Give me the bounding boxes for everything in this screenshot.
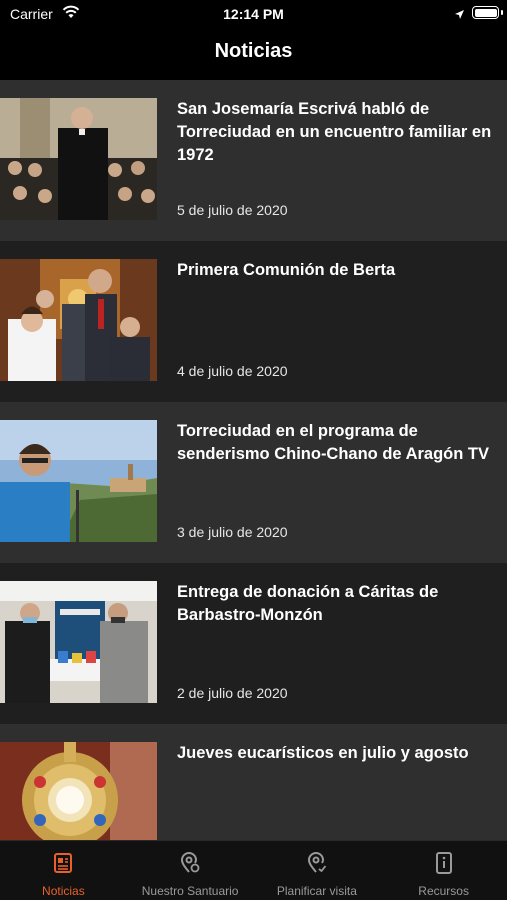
location-arrow-icon — [454, 7, 465, 25]
tab-planificar-visita[interactable]: Planificar visita — [254, 841, 381, 900]
clock: 12:14 PM — [223, 6, 284, 22]
news-item[interactable]: Torreciudad en el programa de senderismo… — [0, 402, 507, 563]
page-title: Noticias — [214, 40, 293, 62]
info-book-icon — [432, 851, 456, 880]
battery-icon — [472, 6, 503, 19]
news-title: San Josemaría Escrivá habló de Torreciud… — [177, 100, 492, 164]
news-item[interactable]: Entrega de donación a Cáritas de Barbast… — [0, 563, 507, 724]
tab-label: Noticias — [42, 884, 85, 898]
news-date: 3 de julio de 2020 — [177, 524, 288, 540]
news-date: 5 de julio de 2020 — [177, 202, 288, 218]
status-bar: Carrier 12:14 PM — [0, 0, 507, 28]
tab-bar: Noticias Nuestro Santuario Planificar vi… — [0, 840, 507, 900]
tab-noticias[interactable]: Noticias — [0, 841, 127, 900]
tab-label: Planificar visita — [276, 884, 357, 898]
news-thumbnail — [0, 581, 157, 703]
news-title: Jueves eucarísticos en julio y agosto — [177, 744, 469, 762]
map-pin-icon — [305, 851, 329, 880]
news-thumbnail — [0, 742, 157, 840]
news-thumbnail — [0, 420, 157, 542]
news-title: Torreciudad en el programa de senderismo… — [177, 422, 489, 463]
tab-label: Recursos — [418, 884, 469, 898]
news-thumbnail — [0, 259, 157, 381]
news-item[interactable]: San Josemaría Escrivá habló de Torreciud… — [0, 80, 507, 241]
news-thumbnail — [0, 98, 157, 220]
location-pin-icon — [178, 851, 202, 880]
news-date: 2 de julio de 2020 — [177, 685, 288, 701]
news-date: 4 de julio de 2020 — [177, 363, 288, 379]
news-list[interactable]: San Josemaría Escrivá habló de Torreciud… — [0, 80, 507, 840]
news-title: Entrega de donación a Cáritas de Barbast… — [177, 583, 439, 624]
news-title: Primera Comunión de Berta — [177, 261, 396, 279]
tab-recursos[interactable]: Recursos — [380, 841, 507, 900]
news-item[interactable]: Primera Comunión de Berta 4 de julio de … — [0, 241, 507, 402]
news-item[interactable]: Jueves eucarísticos en julio y agosto — [0, 724, 507, 840]
tab-label: Nuestro Santuario — [141, 884, 239, 898]
newspaper-icon — [51, 851, 75, 880]
nav-bar: Noticias — [0, 28, 507, 80]
tab-nuestro-santuario[interactable]: Nuestro Santuario — [127, 841, 254, 900]
